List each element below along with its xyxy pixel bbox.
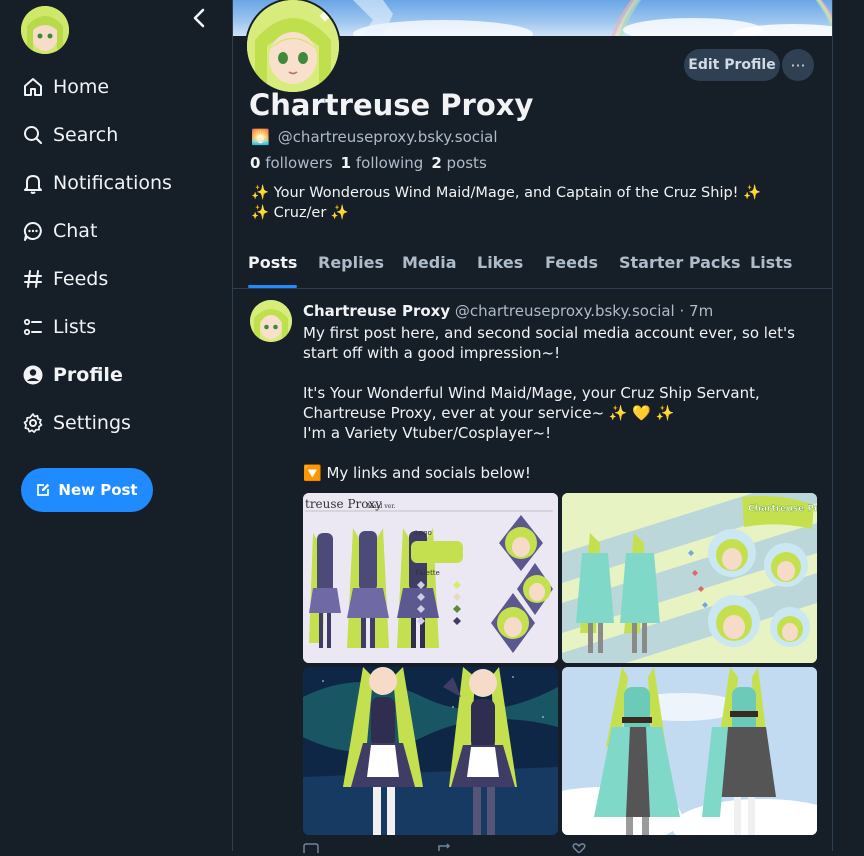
tab-likes[interactable]: Likes — [477, 244, 523, 288]
post-item[interactable]: Chartreuse Proxy @chartreuseproxy.bsky.s… — [233, 289, 832, 855]
sidebar-item-label: Profile — [53, 364, 123, 386]
sidebar-item-label: Home — [53, 76, 110, 98]
sidebar-item-label: Chat — [53, 220, 98, 242]
sidebar-item-notifications[interactable]: Notifications — [21, 167, 172, 199]
new-post-button[interactable]: New Post — [21, 468, 153, 512]
post-author-avatar[interactable] — [250, 300, 292, 342]
list-icon — [21, 315, 45, 339]
posts-count: 2 — [431, 154, 442, 172]
sidebar-item-feeds[interactable]: Feeds — [21, 263, 108, 295]
followers-stat[interactable]: 0 followers — [250, 154, 333, 172]
post-image[interactable] — [303, 667, 558, 835]
tab-feeds[interactable]: Feeds — [545, 244, 598, 288]
hash-icon — [21, 267, 45, 291]
repost-icon[interactable] — [437, 842, 453, 854]
profile-stats: 0 followers 1 following 2 posts — [250, 154, 487, 172]
page-title: Chartreuse Proxy — [249, 88, 534, 122]
posts-stat: 2 posts — [431, 154, 486, 172]
collapse-sidebar-button[interactable] — [188, 8, 210, 32]
image-subtitle-text: Maid ver. — [367, 503, 396, 510]
sidebar-item-lists[interactable]: Lists — [21, 311, 96, 343]
user-circle-icon — [21, 363, 45, 387]
post-author-handle[interactable]: @chartreuseproxy.bsky.social — [455, 302, 675, 320]
tab-media[interactable]: Media — [402, 244, 457, 288]
profile-handle-row: 🌅 @chartreuseproxy.bsky.social — [251, 128, 498, 146]
search-icon — [21, 123, 45, 147]
post-image-grid: treuse Proxy Maid ver. Logo Palette Char… — [303, 493, 817, 835]
sidebar-item-profile[interactable]: Profile — [21, 359, 123, 391]
reply-icon[interactable] — [303, 842, 319, 855]
post-image[interactable]: treuse Proxy Maid ver. Logo Palette — [303, 493, 558, 663]
following-stat[interactable]: 1 following — [341, 154, 424, 172]
avatar[interactable] — [21, 6, 69, 54]
post-image[interactable]: Chartreuse Proxy — [562, 493, 817, 663]
bell-icon — [21, 171, 45, 195]
more-options-button[interactable]: ··· — [782, 49, 814, 81]
sidebar-item-label: Settings — [53, 412, 131, 434]
new-post-label: New Post — [58, 481, 138, 499]
profile-avatar[interactable] — [245, 0, 341, 94]
home-icon — [21, 75, 45, 99]
profile-column: Edit Profile ··· Chartreuse Proxy 🌅 @cha… — [232, 0, 833, 855]
sunrise-icon: 🌅 — [251, 128, 270, 146]
followers-label: followers — [265, 154, 333, 172]
tab-lists[interactable]: Lists — [750, 244, 792, 288]
tab-starter-packs[interactable]: Starter Packs — [619, 244, 741, 288]
like-icon[interactable] — [571, 842, 587, 855]
following-count: 1 — [340, 154, 352, 172]
edit-profile-button[interactable]: Edit Profile — [684, 49, 780, 81]
sidebar: Home Search Notifications Chat Feeds Lis… — [0, 0, 232, 851]
post-image[interactable] — [562, 667, 817, 835]
followers-count: 0 — [250, 154, 261, 172]
sidebar-item-label: Search — [53, 124, 119, 146]
tab-posts[interactable]: Posts — [248, 244, 298, 288]
image-palette-label: Palette — [415, 569, 440, 577]
following-label: following — [355, 154, 424, 172]
gear-icon — [21, 411, 45, 435]
post-actions — [303, 842, 603, 855]
tab-replies[interactable]: Replies — [318, 244, 384, 288]
sidebar-item-label: Lists — [53, 316, 97, 338]
sidebar-item-chat[interactable]: Chat — [21, 215, 97, 247]
post-timestamp[interactable]: · 7m — [680, 302, 714, 320]
compose-icon — [36, 483, 50, 497]
chevron-left-icon — [193, 8, 205, 28]
image-logo-label: Logo — [415, 529, 432, 537]
ellipsis-icon: ··· — [790, 55, 806, 75]
chat-icon — [21, 219, 45, 243]
profile-handle[interactable]: @chartreuseproxy.bsky.social — [278, 128, 498, 146]
post-header: Chartreuse Proxy @chartreuseproxy.bsky.s… — [303, 302, 713, 320]
sidebar-item-search[interactable]: Search — [21, 119, 118, 151]
profile-bio: ✨ Your Wonderous Wind Maid/Mage, and Cap… — [251, 185, 762, 221]
post-author-name[interactable]: Chartreuse Proxy — [303, 302, 450, 320]
profile-tabs: Posts Replies Media Likes Feeds Starter … — [233, 244, 832, 289]
sidebar-item-label: Notifications — [53, 172, 172, 194]
sidebar-item-settings[interactable]: Settings — [21, 407, 131, 439]
image-logo-text: Chartreuse Proxy — [748, 504, 817, 514]
post-text: My first post here, and second social me… — [303, 324, 795, 482]
sidebar-item-label: Feeds — [53, 268, 109, 290]
sidebar-item-home[interactable]: Home — [21, 71, 109, 103]
posts-label: posts — [446, 154, 487, 172]
